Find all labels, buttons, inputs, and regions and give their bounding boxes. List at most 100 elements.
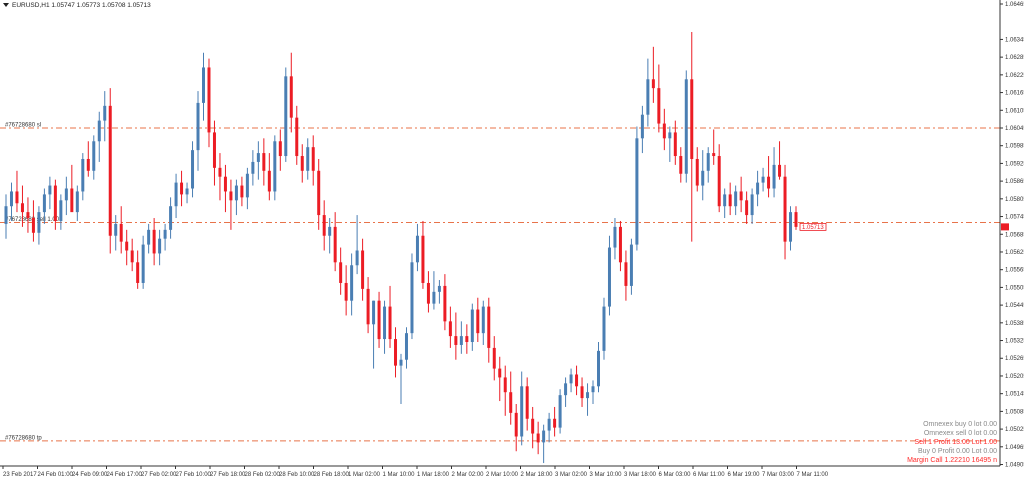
candle	[394, 327, 398, 378]
candle	[657, 64, 661, 133]
candle	[525, 377, 529, 431]
candle	[448, 306, 452, 348]
candle	[218, 153, 222, 201]
candle	[569, 368, 573, 393]
time-tick-label: 27 Feb 10:00	[176, 472, 212, 478]
candle	[459, 321, 463, 354]
candle	[212, 120, 216, 186]
candle	[152, 218, 156, 266]
time-tick-label: 28 Feb 02:00	[245, 472, 281, 478]
price-tick-label: 1.06345	[1005, 37, 1024, 43]
candle	[317, 158, 321, 230]
candle	[207, 58, 211, 148]
price-tick-label: 1.04965	[1005, 445, 1024, 451]
candles	[4, 32, 798, 464]
candle	[366, 277, 370, 334]
dropdown-triangle-icon[interactable]	[3, 3, 9, 8]
candle	[289, 52, 293, 133]
candle	[191, 141, 195, 198]
candle	[125, 229, 129, 266]
candle	[163, 223, 167, 251]
candle	[591, 380, 595, 405]
price-tick-label: 1.05865	[1005, 179, 1024, 185]
candle	[531, 406, 535, 449]
candle	[426, 271, 430, 313]
candle	[361, 238, 365, 301]
time-tick-label: 2 Mar 10:00	[486, 472, 519, 478]
candle	[344, 265, 348, 316]
candle	[481, 300, 485, 345]
time-tick-label: 3 Mar 10:00	[590, 472, 623, 478]
candle	[558, 389, 562, 434]
candle	[59, 194, 63, 230]
candle	[202, 52, 205, 121]
candle	[673, 120, 677, 165]
time-tick-label: 6 Mar 19:00	[728, 472, 761, 478]
candle	[421, 220, 425, 289]
candle	[487, 297, 491, 363]
candle	[635, 126, 639, 251]
candle	[328, 218, 332, 254]
candle	[712, 129, 716, 165]
price-tick-label: 1.05625	[1005, 250, 1024, 256]
candle	[37, 206, 41, 245]
candle	[15, 170, 19, 213]
candle	[668, 126, 672, 162]
time-tick-label: 7 Mar 03:00	[762, 472, 795, 478]
candle	[141, 235, 145, 289]
candle	[602, 297, 606, 360]
candle	[767, 156, 771, 198]
candle	[185, 182, 189, 204]
candle	[169, 197, 173, 239]
time-axis: 23 Feb 2017 24 Feb 01:00 24 Feb 09:00 24 Fe…	[0, 465, 1000, 478]
omnexex-sell-text: Omnexex sell 0 lot 0.00	[923, 430, 997, 437]
price-tick-label: 1.05385	[1005, 321, 1024, 327]
candle	[399, 353, 403, 405]
price-tick-label: 1.05685	[1005, 232, 1024, 238]
candle	[300, 144, 304, 183]
candle	[476, 297, 480, 343]
current-price-marker: 1.05713	[799, 222, 1009, 231]
price-axis: 1.06465 1.06345 1.06285 1.06225 1.06165 1.061…	[999, 0, 1024, 469]
time-tick-label: 7 Mar 11:00	[797, 472, 829, 478]
order-level-label: #76728680 sl	[5, 122, 41, 128]
price-tick-label: 1.05925	[1005, 161, 1024, 167]
candle	[607, 235, 611, 316]
candle	[147, 223, 151, 254]
time-tick-label: 1 Mar 18:00	[417, 472, 450, 478]
candle	[772, 147, 776, 198]
candle	[739, 176, 743, 213]
candle	[640, 105, 644, 154]
price-chart[interactable]: #76728680 sl#76728680 sell 1.00#76728680…	[0, 0, 1024, 480]
candle	[108, 88, 112, 254]
time-tick-label: 28 Feb 10:00	[279, 472, 315, 478]
price-tick-label: 1.05505	[1005, 285, 1024, 291]
candle	[180, 170, 184, 207]
candle	[629, 238, 633, 295]
candle	[97, 111, 101, 162]
candle	[597, 342, 600, 393]
candle	[377, 291, 381, 348]
time-tick-label: 27 Feb 02:00	[141, 472, 177, 478]
candle	[454, 312, 458, 360]
candle	[536, 421, 540, 455]
candle	[267, 153, 271, 201]
candle	[48, 176, 52, 210]
candle	[295, 105, 299, 165]
candle	[717, 144, 721, 213]
price-tick-label: 1.06045	[1005, 126, 1024, 132]
candle	[256, 141, 260, 180]
price-tick-label: 1.06105	[1005, 108, 1024, 114]
time-tick-label: 6 Mar 03:00	[659, 472, 692, 478]
candle	[437, 280, 441, 304]
chart-header[interactable]: EURUSD,H1 1.05747 1.05773 1.05708 1.0571…	[3, 2, 151, 9]
time-tick-label: 6 Mar 11:00	[693, 472, 725, 478]
candle	[498, 356, 502, 402]
price-tick-label: 1.05325	[1005, 339, 1024, 345]
candle	[624, 250, 628, 301]
candle	[794, 206, 798, 230]
sell-profit-text: Sell 1 Profit 13.00 Lot 1.00	[914, 439, 998, 446]
price-tick-label: 1.06465	[1005, 2, 1024, 8]
price-tick-label: 1.06165	[1005, 91, 1024, 97]
candle	[284, 67, 288, 162]
